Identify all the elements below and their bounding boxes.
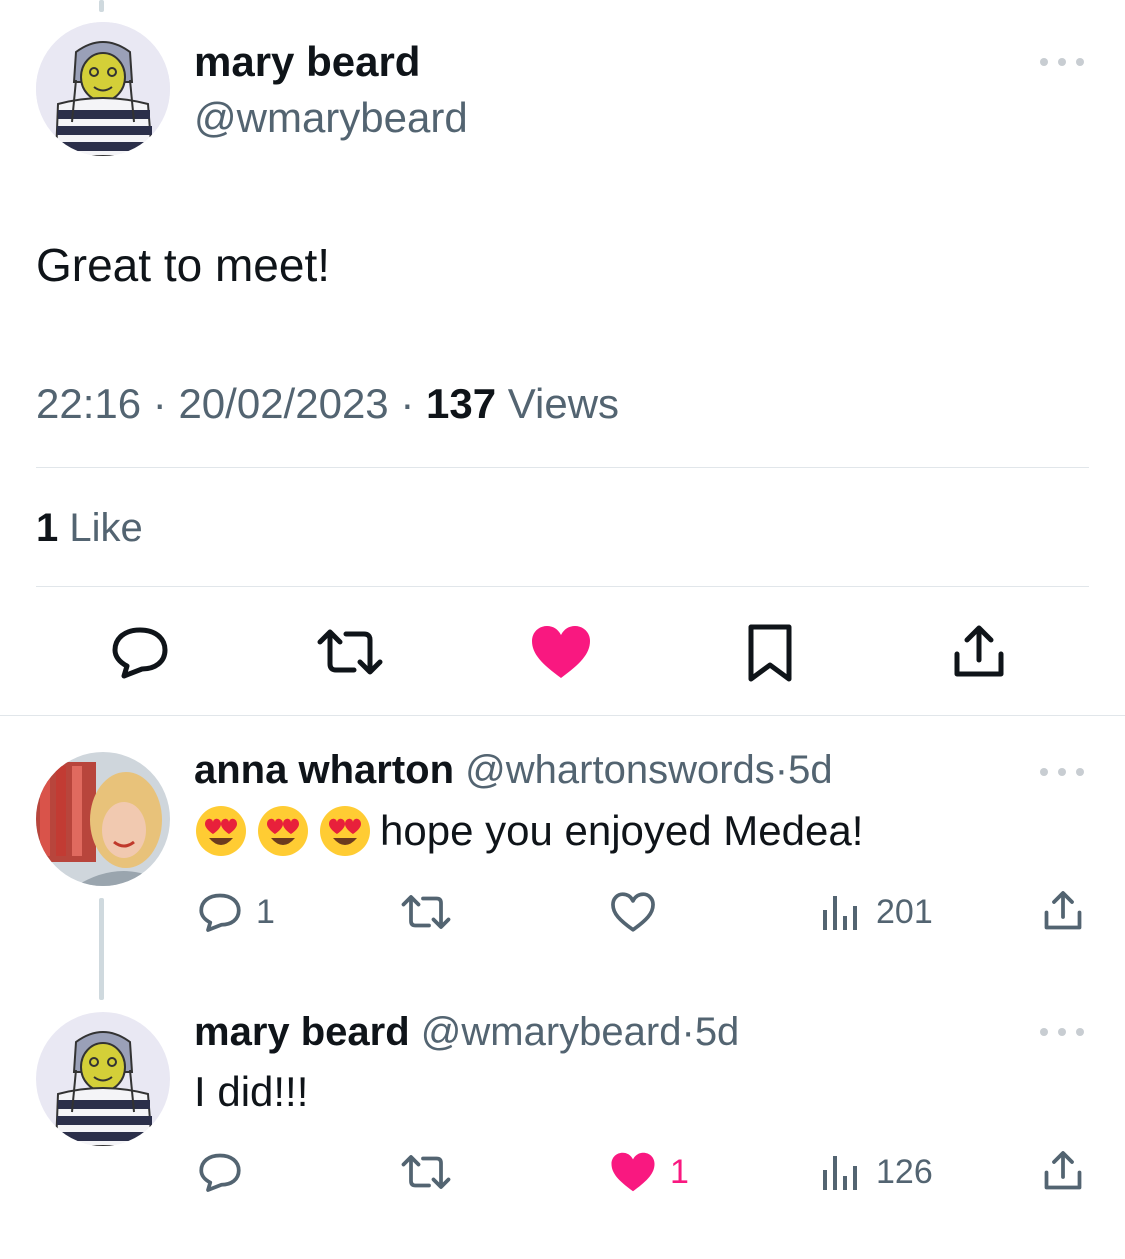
share-button[interactable] <box>1040 1148 1086 1194</box>
divider <box>36 467 1089 468</box>
thread-line <box>99 898 104 1000</box>
share-icon <box>1044 1151 1082 1190</box>
separator: · <box>152 380 167 427</box>
share-icon <box>1044 891 1082 930</box>
tweet-text: Great to meet! <box>36 239 331 291</box>
reply-icon <box>199 893 241 932</box>
retweet-icon <box>401 895 451 929</box>
avatar-drawing-icon <box>36 22 170 156</box>
analytics-icon <box>823 896 857 930</box>
reply-count: 1 <box>256 893 275 931</box>
reply-age[interactable]: 5d <box>695 1010 740 1054</box>
views-count[interactable]: 137 <box>426 380 496 427</box>
more-options-button[interactable] <box>1040 52 1084 72</box>
tweet-meta: 22:16 · 20/02/2023 · 137 Views <box>36 380 619 428</box>
separator: · <box>400 380 415 427</box>
like-count: 1 <box>670 1153 689 1191</box>
reply-header: anna wharton @whartonswords·5d <box>194 748 833 793</box>
retweet-button[interactable] <box>314 622 386 682</box>
thread-line-top <box>99 0 104 12</box>
retweet-button[interactable] <box>398 1150 454 1194</box>
likes-label: Like <box>69 506 143 550</box>
separator: · <box>681 1010 695 1054</box>
retweet-icon <box>401 1155 451 1189</box>
avatar[interactable] <box>36 1012 170 1146</box>
like-button[interactable] <box>608 1150 658 1194</box>
like-button[interactable] <box>528 622 594 682</box>
reply-button[interactable] <box>196 1150 244 1194</box>
heart-eyes-emoji-icon <box>320 806 370 856</box>
share-button[interactable] <box>948 622 1010 682</box>
tweet-date[interactable]: 20/02/2023 <box>178 380 388 427</box>
author-name[interactable]: mary beard <box>194 1010 410 1054</box>
reply-button[interactable] <box>196 890 244 934</box>
views-button[interactable] <box>816 1150 862 1194</box>
author-name[interactable]: mary beard <box>194 38 420 86</box>
views-count: 126 <box>876 1153 933 1191</box>
separator: · <box>774 748 789 792</box>
reply-text: I did!!! <box>194 1068 309 1115</box>
reply-text-row: hope you enjoyed Medea! <box>194 804 863 858</box>
reply-text: hope you enjoyed Medea! <box>380 807 864 854</box>
views-label: Views <box>507 380 620 427</box>
avatar-drawing-icon <box>36 1012 170 1146</box>
share-icon <box>954 625 1004 677</box>
reply-age[interactable]: 5d <box>788 748 833 792</box>
divider <box>36 586 1089 587</box>
likes-count: 1 <box>36 506 59 550</box>
views-button[interactable] <box>816 890 862 934</box>
heart-filled-icon <box>611 1152 655 1192</box>
heart-eyes-emoji-icon <box>258 806 308 856</box>
reply-header: mary beard @wmarybeard·5d <box>194 1010 739 1055</box>
bookmark-icon <box>748 624 792 682</box>
heart-filled-icon <box>532 626 590 678</box>
more-options-button[interactable] <box>1040 1022 1084 1042</box>
reply-button[interactable] <box>108 622 172 682</box>
avatar[interactable] <box>36 22 170 156</box>
author-handle[interactable]: @wmarybeard <box>194 94 468 142</box>
divider <box>0 715 1125 716</box>
more-options-button[interactable] <box>1040 762 1084 782</box>
heart-outline-icon <box>611 892 655 932</box>
author-handle[interactable]: @wmarybeard <box>421 1010 682 1054</box>
tweet-time[interactable]: 22:16 <box>36 380 141 427</box>
bookmark-button[interactable] <box>740 622 800 684</box>
author-name[interactable]: anna wharton <box>194 748 454 792</box>
views-count: 201 <box>876 893 933 931</box>
reply-icon <box>112 627 168 679</box>
likes-summary[interactable]: 1 Like <box>36 506 143 551</box>
like-button[interactable] <box>608 890 658 934</box>
reply-icon <box>199 1153 241 1192</box>
retweet-button[interactable] <box>398 890 454 934</box>
avatar[interactable] <box>36 752 170 886</box>
analytics-icon <box>823 1156 857 1190</box>
author-handle[interactable]: @whartonswords <box>465 748 775 792</box>
heart-eyes-emoji-icon <box>196 806 246 856</box>
share-button[interactable] <box>1040 888 1086 934</box>
retweet-icon <box>317 629 383 675</box>
avatar-photo-icon <box>36 752 170 886</box>
